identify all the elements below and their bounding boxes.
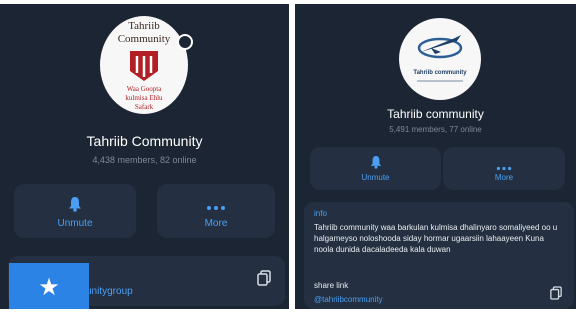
bell-icon <box>14 196 136 217</box>
avatar-tagline-3: Safark <box>134 103 154 111</box>
more-button[interactable]: More <box>157 184 275 238</box>
info-text: Tahriib community waa barkulan kulmisa d… <box>314 223 558 254</box>
unmute-button[interactable]: Unmute <box>310 147 441 190</box>
info-label: info <box>314 209 327 218</box>
channel-avatar[interactable]: Tahriib community <box>399 18 481 100</box>
avatar-caption-line <box>417 80 463 82</box>
avatar-tagline-1: Waa Goopta <box>126 85 162 93</box>
info-card: info Tahriib community waa barkulan kulm… <box>304 202 574 309</box>
more-dots-icon <box>157 198 275 216</box>
channel-subtitle: 5,491 members, 77 online <box>389 125 482 134</box>
avatar-edit-indicator <box>177 34 193 50</box>
avatar-text-line1: Tahriib <box>128 20 160 32</box>
right-channel-profile: Tahriib community Tahriib community 5,49… <box>295 4 576 309</box>
channel-avatar[interactable]: Tahriib Community Waa Goopta kulmisa Ehl… <box>100 16 188 114</box>
share-label: share link <box>314 281 349 290</box>
star-badge: ★ <box>9 263 89 309</box>
copy-icon[interactable] <box>257 270 271 291</box>
star-icon: ★ <box>38 273 60 301</box>
more-button[interactable]: More <box>443 147 565 190</box>
avatar-name: Tahriib community <box>413 70 467 76</box>
share-link[interactable]: @tahriibcommunity <box>314 295 383 304</box>
channel-title: Tahriib Community <box>86 133 203 149</box>
channel-subtitle: 4,438 members, 82 online <box>92 155 197 165</box>
avatar-logo-icon <box>130 51 158 81</box>
bell-icon <box>310 155 441 174</box>
channel-title: Tahriib community <box>387 107 484 121</box>
share-link-text[interactable]: unitygroup <box>86 286 133 297</box>
avatar-tagline-2: kulmisa Ehlu <box>125 94 163 102</box>
unmute-label: Unmute <box>57 218 93 229</box>
left-channel-profile: Tahriib Community Waa Goopta kulmisa Ehl… <box>0 4 289 309</box>
copy-icon[interactable] <box>550 286 562 305</box>
avatar-text-line2: Community <box>117 33 171 45</box>
unmute-button[interactable]: Unmute <box>14 184 136 238</box>
more-label: More <box>204 218 228 229</box>
more-label: More <box>494 173 514 182</box>
airplane-logo-icon <box>417 35 463 59</box>
unmute-label: Unmute <box>361 173 390 182</box>
